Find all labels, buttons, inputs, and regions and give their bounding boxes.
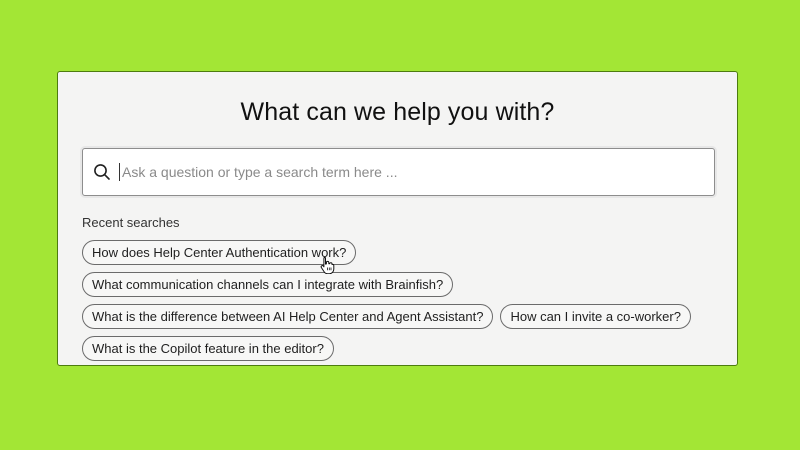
page-title: What can we help you with?: [240, 98, 555, 126]
search-box[interactable]: [82, 148, 715, 196]
recent-search-chip[interactable]: What communication channels can I integr…: [82, 272, 454, 297]
recent-search-chip[interactable]: How can I invite a co-worker?: [500, 304, 691, 329]
recent-search-chip[interactable]: How does Help Center Authentication work…: [82, 240, 357, 265]
hand-pointer-cursor-icon: [320, 256, 335, 274]
recent-searches-list: How does Help Center Authentication work…: [82, 240, 722, 361]
search-icon: [94, 164, 110, 180]
search-input[interactable]: [120, 149, 714, 195]
recent-search-chip[interactable]: What is the Copilot feature in the edito…: [82, 336, 334, 361]
help-center-card: What can we help you with? Recent search…: [57, 71, 738, 366]
recent-search-chip[interactable]: What is the difference between AI Help C…: [82, 304, 494, 329]
recent-searches-label: Recent searches: [82, 215, 180, 230]
